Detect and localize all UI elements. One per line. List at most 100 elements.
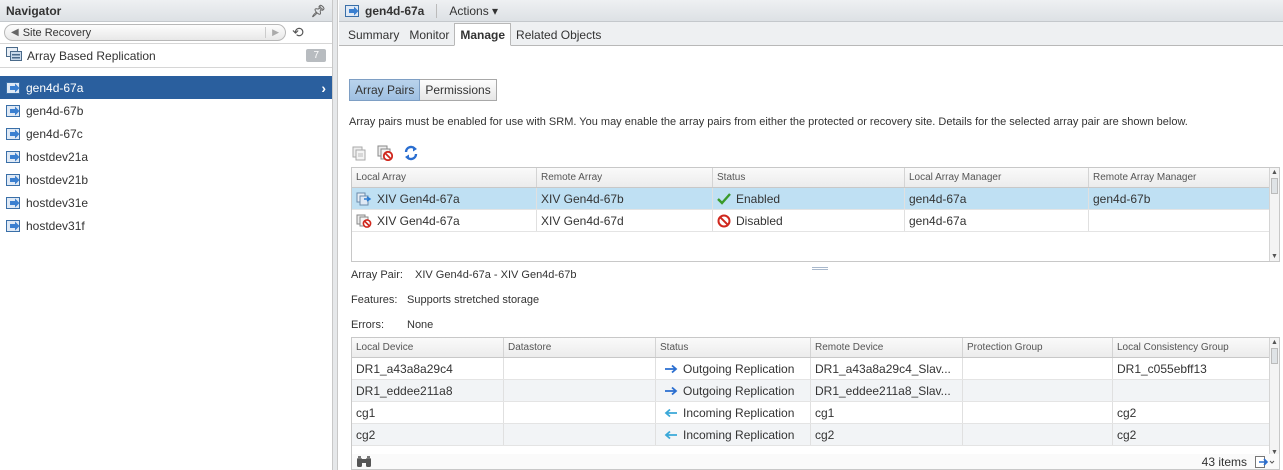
scroll-thumb[interactable]	[1271, 178, 1278, 194]
navigator-item[interactable]: hostdev31f	[0, 214, 332, 237]
cell-text: Disabled	[736, 213, 783, 228]
detail-array-pair: Array Pair: XIV Gen4d-67a - XIV Gen4d-67…	[351, 262, 576, 287]
array-pairs-toolbar	[351, 145, 419, 161]
device-row[interactable]: DR1_a43a8a29c4 Outgoing Replication DR1_a4…	[352, 358, 1279, 380]
no-entry-icon	[717, 214, 731, 228]
chevron-right-icon[interactable]: ›	[321, 80, 326, 96]
array-pairs-body: XIV Gen4d-67a XIV Gen4d-67b Enabled gen4d-6…	[352, 188, 1279, 232]
scroll-thumb[interactable]	[1271, 348, 1278, 364]
outgoing-arrow-icon	[664, 364, 678, 374]
navigator-pane: Navigator 📌︎ ◀ Site Recovery ▶ ⟲ Array B…	[0, 0, 333, 470]
cell-datastore	[504, 402, 656, 423]
divider-grip[interactable]	[812, 267, 828, 270]
detail-label: Features:	[351, 293, 398, 306]
array-pair-enabled-icon	[356, 192, 372, 206]
back-arrow-icon: ◀	[11, 27, 19, 38]
cell-local-array-manager: gen4d-67a	[905, 210, 1089, 231]
scroll-down-icon[interactable]: ▼	[1270, 252, 1279, 261]
column-header[interactable]: Datastore	[504, 338, 656, 357]
cell-local-consistency-group	[1113, 380, 1270, 401]
column-header[interactable]: Local Array Manager	[905, 168, 1089, 187]
cell-local-consistency-group: cg2	[1113, 424, 1270, 445]
enable-pair-icon[interactable]	[351, 145, 367, 161]
tab-summary[interactable]: Summary	[343, 24, 404, 45]
tab-monitor[interactable]: Monitor	[404, 24, 454, 45]
array-pairs-scrollbar[interactable]: ▲ ▼	[1269, 168, 1279, 261]
forward-arrow-icon[interactable]: ▶	[265, 27, 279, 38]
array-pairs-description: Array pairs must be enabled for use with…	[349, 116, 1188, 128]
navigator-item[interactable]: hostdev21a	[0, 145, 332, 168]
navigator-item-label: hostdev31e	[26, 195, 89, 210]
back-label: Site Recovery	[22, 26, 92, 39]
cell-status: Outgoing Replication	[656, 380, 811, 401]
cell-datastore	[504, 380, 656, 401]
navigator-item-label: hostdev31f	[26, 218, 85, 233]
cell-protection-group	[963, 402, 1113, 423]
array-manager-icon	[6, 150, 22, 164]
array-pair-row[interactable]: XIV Gen4d-67a XIV Gen4d-67d Disabled gen4d-…	[352, 210, 1279, 232]
refresh-icon[interactable]	[403, 145, 419, 161]
column-header[interactable]: Remote Device	[811, 338, 963, 357]
cell-remote-array-manager	[1089, 210, 1270, 231]
array-based-replication-item[interactable]: Array Based Replication 7	[0, 44, 332, 68]
actions-menu[interactable]: Actions ▾	[449, 4, 498, 18]
cell-local-device: DR1_eddee211a8	[352, 380, 504, 401]
array-pair-row[interactable]: XIV Gen4d-67a XIV Gen4d-67b Enabled gen4d-6…	[352, 188, 1279, 210]
cell-remote-array: XIV Gen4d-67b	[537, 188, 713, 209]
subtab-array-pairs[interactable]: Array Pairs	[349, 79, 421, 101]
device-row[interactable]: DR1_eddee211a8 Outgoing Replication DR1_ed…	[352, 380, 1279, 402]
navigator-item[interactable]: hostdev31e	[0, 191, 332, 214]
array-replication-icon	[6, 47, 22, 64]
navigator-title: Navigator	[6, 3, 62, 18]
column-header[interactable]: Status	[656, 338, 811, 357]
cell-status: Outgoing Replication	[656, 358, 811, 379]
column-header[interactable]: Remote Array Manager	[1089, 168, 1270, 187]
subtab-permissions[interactable]: Permissions	[420, 79, 497, 101]
column-header[interactable]: Local Array	[352, 168, 537, 187]
binoculars-icon[interactable]	[356, 455, 372, 469]
navigator-item-label: gen4d-67c	[26, 126, 83, 141]
object-header: gen4d-67a Actions ▾	[339, 0, 1283, 22]
detail-errors: Errors: None	[351, 312, 576, 337]
navigator-item[interactable]: gen4d-67a ›	[0, 76, 332, 99]
cell-remote-device: cg2	[811, 424, 963, 445]
devices-body: DR1_a43a8a29c4 Outgoing Replication DR1_a4…	[352, 358, 1279, 446]
device-row[interactable]: cg2 Incoming Replication cg2 cg2	[352, 424, 1279, 446]
array-pair-disabled-icon	[356, 214, 372, 228]
tab-related-objects[interactable]: Related Objects	[511, 24, 606, 45]
column-header[interactable]: Local Device	[352, 338, 504, 357]
column-header[interactable]: Local Consistency Group	[1113, 338, 1270, 357]
cell-protection-group	[963, 424, 1113, 445]
column-header[interactable]: Status	[713, 168, 905, 187]
detail-label: Array Pair:	[351, 268, 403, 281]
scroll-up-icon[interactable]: ▲	[1270, 338, 1279, 347]
scroll-up-icon[interactable]: ▲	[1270, 168, 1279, 177]
array-based-replication-label: Array Based Replication	[27, 48, 156, 63]
history-icon[interactable]: ⟲	[292, 24, 304, 41]
cell-local-array: XIV Gen4d-67a	[352, 210, 537, 231]
cell-local-array: XIV Gen4d-67a	[352, 188, 537, 209]
column-header[interactable]: Remote Array	[537, 168, 713, 187]
column-header[interactable]: Protection Group	[963, 338, 1113, 357]
export-icon[interactable]	[1255, 455, 1275, 468]
cell-remote-device: DR1_eddee211a8_Slav...	[811, 380, 963, 401]
tab-manage[interactable]: Manage	[454, 23, 512, 46]
cell-status: Incoming Replication	[656, 424, 811, 445]
back-button[interactable]: ◀ Site Recovery ▶	[4, 24, 286, 41]
cell-protection-group	[963, 380, 1113, 401]
devices-scrollbar[interactable]: ▲ ▼	[1269, 338, 1279, 457]
pin-icon[interactable]: 📌︎	[311, 4, 326, 18]
incoming-arrow-icon	[664, 408, 678, 418]
detail-value: None	[407, 318, 434, 331]
navigator-item[interactable]: hostdev21b	[0, 168, 332, 191]
cell-local-device: cg1	[352, 402, 504, 423]
pane-splitter[interactable]	[333, 0, 338, 470]
cell-text: XIV Gen4d-67a	[377, 213, 460, 228]
cell-text: Incoming Replication	[683, 427, 795, 442]
navigator-item[interactable]: gen4d-67b	[0, 99, 332, 122]
cell-text: XIV Gen4d-67a	[377, 191, 460, 206]
disable-pair-icon[interactable]	[377, 145, 393, 161]
cell-local-consistency-group: cg2	[1113, 402, 1270, 423]
navigator-item[interactable]: gen4d-67c	[0, 122, 332, 145]
device-row[interactable]: cg1 Incoming Replication cg1 cg2	[352, 402, 1279, 424]
